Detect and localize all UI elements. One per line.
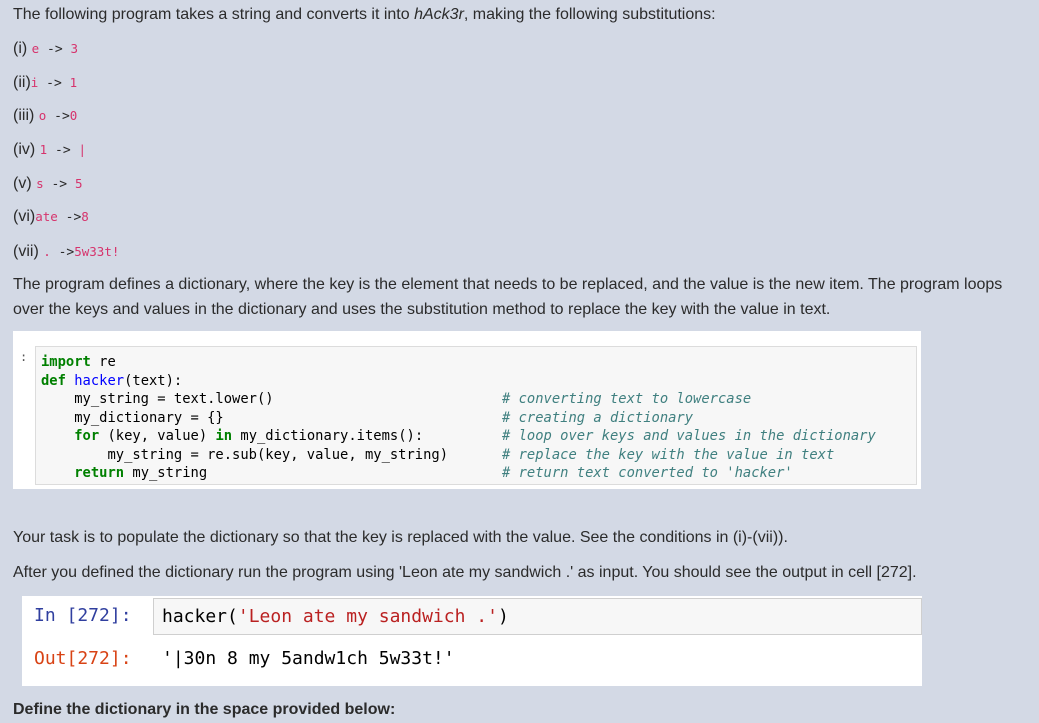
description-text: The program defines a dictionary, where … [13,276,1003,318]
code-line: my_string = re.sub(key, value, my_string… [41,446,449,463]
substitution-item: (v) s -> 5 [13,175,83,192]
code-comment: # return text converted to 'hacker' [502,465,793,481]
code-line: my_string = text.lower() [41,391,274,407]
code-comment: # creating a dictionary [502,409,694,426]
code-comment: # replace the key with the value in text [502,446,835,463]
code-editor[interactable]: import re def hacker(text): my_string = … [35,346,917,485]
task-text: Your task is to populate the dictionary … [13,529,788,546]
code-line: return my_string [74,465,208,481]
code-cell-prompt: : [20,350,28,364]
code-line: import re [41,354,116,370]
substitution-item: (ii)i -> 1 [13,74,78,91]
code-line: my_dictionary = {} [41,409,224,426]
intro-text: The following program takes a string and… [13,6,716,23]
input-code: hacker('Leon ate my sandwich .') [162,606,509,627]
substitution-item: (i) e -> 3 [13,40,79,57]
substitution-item: (iv) 1 -> | [13,141,87,158]
input-prompt: In [272]: [34,605,132,626]
substitution-item: (vii) . ->5w33t! [13,243,120,260]
substitution-item: (vi)ate ->8 [13,208,89,225]
code-cell[interactable]: : import re def hacker(text): my_string … [13,331,921,489]
code-line: for (key, value) in my_dictionary.items(… [74,428,424,444]
substitution-item: (iii) o ->0 [13,107,78,124]
code-line: def hacker(text): [41,372,183,389]
instruction-text: After you defined the dictionary run the… [13,564,917,581]
code-comment: # converting text to lowercase [502,391,752,407]
code-comment: # loop over keys and values in the dicti… [502,428,876,444]
input-code-editor[interactable]: hacker('Leon ate my sandwich .') [153,598,922,635]
io-cell[interactable]: In [272]: hacker('Leon ate my sandwich .… [22,596,922,686]
output-text: '|30n 8 my 5andw1ch 5w33t!' [162,648,455,669]
output-prompt: Out[272]: [34,648,132,669]
define-instruction: Define the dictionary in the space provi… [13,701,396,718]
